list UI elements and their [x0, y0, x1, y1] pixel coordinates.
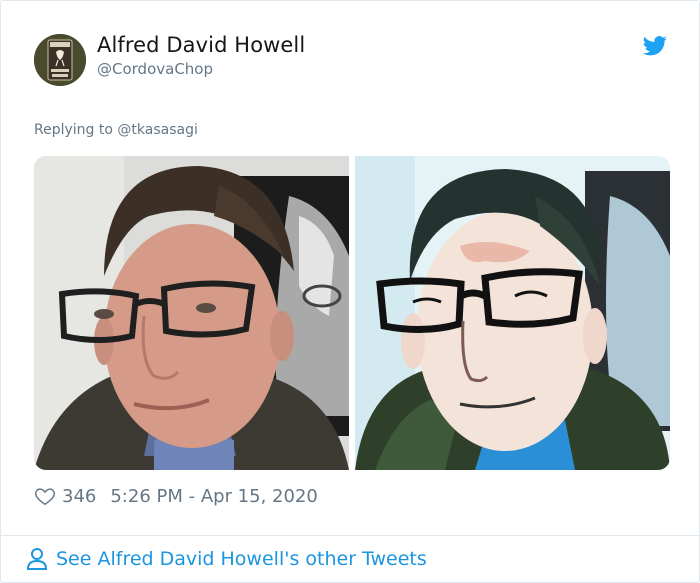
- photo-anime-portrait[interactable]: [355, 156, 670, 470]
- tweet-timestamp[interactable]: 5:26 PM - Apr 15, 2020: [110, 486, 317, 507]
- twitter-bird-icon[interactable]: [643, 35, 667, 57]
- person-icon: [26, 547, 48, 571]
- replying-to-prefix: Replying to: [34, 122, 113, 138]
- photo-selfie[interactable]: [34, 156, 349, 470]
- author-avatar[interactable]: [34, 34, 86, 86]
- author-name[interactable]: Alfred David Howell: [97, 33, 305, 57]
- other-tweets-label[interactable]: See Alfred David Howell's other Tweets: [56, 548, 427, 570]
- heart-icon[interactable]: [34, 485, 56, 507]
- avatar-sign-image: [34, 34, 86, 86]
- author-handle[interactable]: @CordovaChop: [97, 60, 213, 78]
- replying-to-line: Replying to @tkasasagi: [34, 122, 198, 138]
- like-count[interactable]: 346: [62, 486, 96, 507]
- media-grid: [34, 156, 670, 470]
- embedded-tweet-card: Alfred David Howell @CordovaChop Replyin…: [0, 0, 700, 583]
- footer-divider: [1, 535, 699, 536]
- tweet-meta-row: 346 5:26 PM - Apr 15, 2020: [34, 483, 318, 509]
- other-tweets-link[interactable]: See Alfred David Howell's other Tweets: [26, 545, 427, 573]
- replying-to-mention[interactable]: @tkasasagi: [117, 122, 197, 138]
